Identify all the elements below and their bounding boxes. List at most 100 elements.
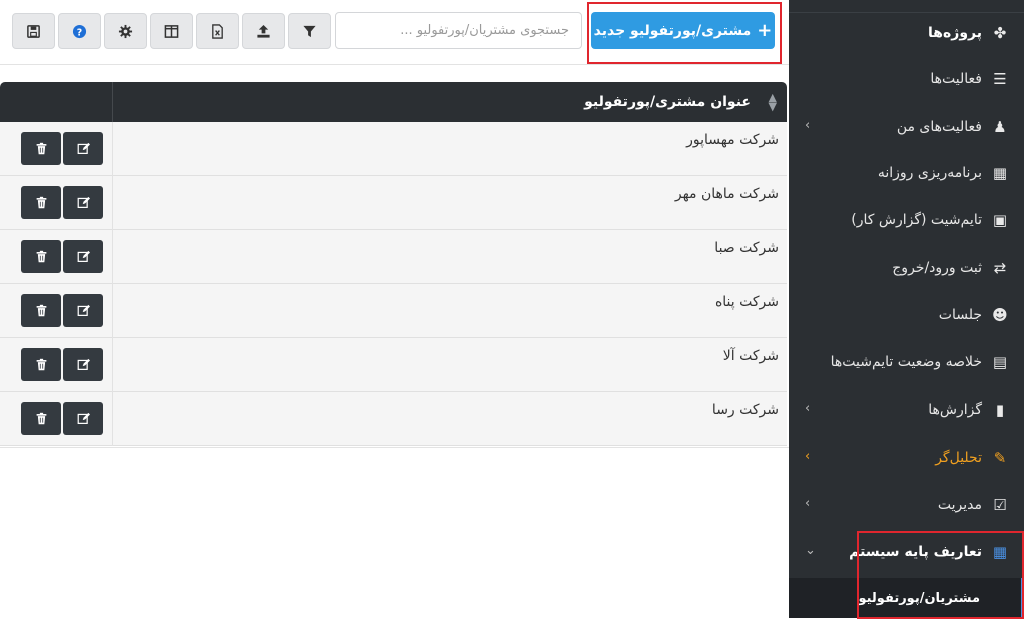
- delete-icon: [36, 250, 46, 263]
- upload-icon: [257, 24, 270, 38]
- save-button[interactable]: [12, 13, 55, 49]
- sidebar-item-reports[interactable]: ▮ گزارش‌ها ›: [789, 387, 1024, 433]
- check-square-icon: ☑: [993, 496, 1007, 514]
- sidebar-item-label: خلاصه وضعیت تایم‌شیت‌ها: [830, 354, 982, 370]
- delete-icon: [36, 304, 46, 317]
- edit-icon: [77, 142, 90, 154]
- delete-button[interactable]: [21, 240, 61, 273]
- table-bottom-border: [0, 447, 789, 448]
- delete-button[interactable]: [21, 348, 61, 381]
- sidebar-item-system-definitions[interactable]: ▦ تعاریف پایه سیستم ⌄: [789, 529, 1024, 575]
- chevron-left-icon: ›: [805, 496, 811, 511]
- users-icon: ☻: [992, 306, 1008, 324]
- edit-button[interactable]: [63, 132, 103, 165]
- sidebar-item-label: تعاریف پایه سیستم: [849, 544, 982, 560]
- table-row: شرکت آلا: [0, 338, 787, 392]
- edit-icon: [77, 358, 90, 370]
- sidebar-subitem-customers[interactable]: مشتریان/پورتفولیو: [789, 578, 1024, 618]
- edit-button[interactable]: [63, 294, 103, 327]
- delete-button[interactable]: [21, 294, 61, 327]
- upload-button[interactable]: [242, 13, 285, 49]
- column-separator: [112, 230, 113, 284]
- edit-button[interactable]: [63, 348, 103, 381]
- sidebar-item-label: تحلیل‌گر: [935, 450, 982, 466]
- list-icon: ☰: [993, 70, 1007, 88]
- sidebar-item-label: پروژه‌ها: [928, 25, 982, 41]
- summary-icon: ▤: [992, 353, 1008, 371]
- sidebar-item-label: ثبت ورود/خروج: [892, 260, 982, 276]
- table-row: شرکت صبا: [0, 230, 787, 284]
- sidebar-item-management[interactable]: ☑ مدیریت ›: [789, 482, 1024, 528]
- sidebar-item-activities[interactable]: ☰ فعالیت‌ها: [789, 56, 1024, 102]
- table-icon: ▦: [992, 164, 1008, 182]
- sidebar-item-meetings[interactable]: ☻ جلسات: [789, 292, 1024, 338]
- delete-button[interactable]: [21, 186, 61, 219]
- customer-name: شرکت پناه: [714, 294, 779, 310]
- sidebar-item-label: مدیریت: [937, 497, 982, 513]
- search-input[interactable]: [335, 12, 582, 49]
- edit-icon: [77, 412, 90, 424]
- sidebar-item-projects[interactable]: ✤ پروژه‌ها: [789, 10, 1024, 56]
- delete-button[interactable]: [21, 132, 61, 165]
- help-button[interactable]: ?: [58, 13, 101, 49]
- sidebar-item-timesheet-summary[interactable]: ▤ خلاصه وضعیت تایم‌شیت‌ها: [789, 339, 1024, 385]
- filter-icon: [303, 25, 316, 37]
- chevron-left-icon: ›: [805, 401, 811, 416]
- sidebar-item-timesheet[interactable]: ▣ تایم‌شیت (گزارش کار): [789, 197, 1024, 243]
- plus-icon: +: [757, 20, 773, 41]
- table-row: شرکت ماهان مهر: [0, 176, 787, 230]
- sidebar-item-label: گزارش‌ها: [928, 402, 982, 418]
- settings-button[interactable]: [104, 13, 147, 49]
- edit-icon: [77, 250, 90, 262]
- edit-icon: [77, 304, 90, 316]
- sidebar-subitem-label: مشتریان/پورتفولیو: [858, 590, 980, 606]
- edit-icon: [77, 196, 90, 208]
- sidebar-item-analyzer[interactable]: ✎ تحلیل‌گر ›: [789, 435, 1024, 481]
- chevron-down-icon: ⌄: [805, 543, 816, 558]
- edit-button[interactable]: [63, 240, 103, 273]
- column-separator: [112, 82, 113, 122]
- columns-button[interactable]: [150, 13, 193, 49]
- sidebar-item-my-activities[interactable]: ♟ فعالیت‌های من ›: [789, 104, 1024, 150]
- save-icon: [27, 24, 40, 38]
- filter-button[interactable]: [288, 13, 331, 49]
- excel-export-button[interactable]: [196, 13, 239, 49]
- sidebar: ✤ پروژه‌ها ☰ فعالیت‌ها ♟ فعالیت‌های من ›…: [789, 0, 1024, 618]
- help-icon: ?: [72, 24, 87, 38]
- svg-text:?: ?: [77, 27, 82, 38]
- table-row: شرکت مهساپور: [0, 122, 787, 176]
- column-separator: [112, 176, 113, 230]
- sidebar-item-label: فعالیت‌های من: [896, 119, 982, 135]
- sidebar-item-label: برنامه‌ریزی روزانه: [877, 165, 982, 181]
- sidebar-item-label: فعالیت‌ها: [930, 71, 982, 87]
- delete-icon: [36, 358, 46, 371]
- delete-icon: [36, 142, 46, 155]
- customer-name: شرکت رسا: [711, 402, 779, 418]
- column-header-title[interactable]: عنوان مشتری/پورتفولیو: [584, 82, 751, 122]
- customer-name: شرکت آلا: [722, 348, 779, 364]
- grid-icon: ▦: [992, 543, 1008, 561]
- table-row: شرکت پناه: [0, 284, 787, 338]
- edit-button[interactable]: [63, 402, 103, 435]
- excel-icon: [212, 23, 223, 39]
- magic-wand-icon: ✎: [993, 449, 1007, 467]
- table-row: شرکت رسا: [0, 392, 787, 446]
- calendar-check-icon: ▣: [992, 211, 1008, 229]
- sort-icon[interactable]: ▲ ▼: [769, 92, 777, 112]
- sidebar-item-check-in-out[interactable]: ⇄ ثبت ورود/خروج: [789, 245, 1024, 291]
- column-separator: [112, 284, 113, 338]
- delete-icon: [36, 412, 46, 425]
- divider: [0, 64, 789, 65]
- column-separator: [112, 122, 113, 176]
- gear-icon: [118, 24, 133, 38]
- file-icon: ▮: [995, 401, 1005, 419]
- new-customer-button[interactable]: + مشتری/پورتفولیو جدید: [591, 12, 775, 49]
- new-customer-button-label: مشتری/پورتفولیو جدید: [593, 22, 752, 39]
- columns-icon: [164, 24, 179, 38]
- delete-button[interactable]: [21, 402, 61, 435]
- column-separator: [112, 338, 113, 392]
- customer-name: شرکت مهساپور: [686, 132, 779, 148]
- edit-button[interactable]: [63, 186, 103, 219]
- chevron-left-icon: ›: [805, 118, 811, 133]
- sidebar-item-daily-planning[interactable]: ▦ برنامه‌ریزی روزانه: [789, 150, 1024, 196]
